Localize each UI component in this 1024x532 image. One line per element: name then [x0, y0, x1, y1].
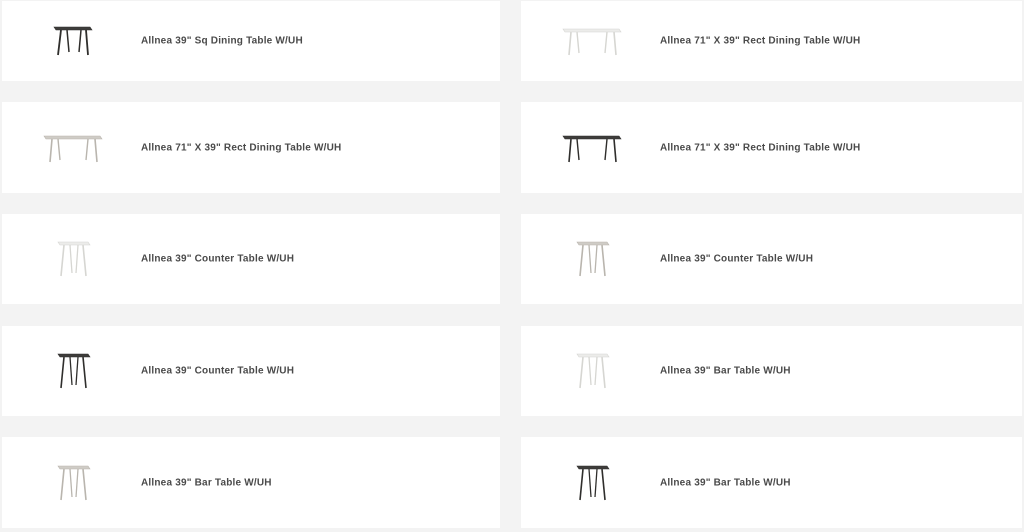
rect-table-icon[interactable] — [557, 21, 627, 61]
product-card[interactable]: Allnea 39" Counter Table W/UH — [2, 326, 500, 416]
bar-table-icon[interactable] — [557, 463, 627, 503]
product-name[interactable]: Allnea 39" Sq Dining Table W/UH — [141, 36, 303, 47]
product-name[interactable]: Allnea 39" Counter Table W/UH — [660, 254, 813, 265]
rect-table-icon[interactable] — [38, 128, 108, 168]
counter-table-icon[interactable] — [38, 351, 108, 391]
product-card[interactable]: Allnea 39" Counter Table W/UH — [521, 214, 1022, 304]
product-card[interactable]: Allnea 39" Bar Table W/UH — [521, 326, 1022, 416]
bar-table-icon[interactable] — [38, 463, 108, 503]
product-grid: Allnea 39" Sq Dining Table W/UH Allnea 7… — [0, 0, 1024, 532]
square-table-icon[interactable] — [38, 21, 108, 61]
product-name[interactable]: Allnea 39" Bar Table W/UH — [660, 477, 791, 488]
product-name[interactable]: Allnea 39" Bar Table W/UH — [141, 477, 272, 488]
counter-table-icon[interactable] — [557, 239, 627, 279]
product-name[interactable]: Allnea 71" X 39" Rect Dining Table W/UH — [660, 142, 860, 153]
product-card[interactable]: Allnea 71" X 39" Rect Dining Table W/UH — [2, 102, 500, 193]
product-card[interactable]: Allnea 39" Bar Table W/UH — [2, 437, 500, 528]
product-name[interactable]: Allnea 71" X 39" Rect Dining Table W/UH — [141, 142, 341, 153]
product-name[interactable]: Allnea 39" Counter Table W/UH — [141, 366, 294, 377]
product-card[interactable]: Allnea 39" Bar Table W/UH — [521, 437, 1022, 528]
product-card[interactable]: Allnea 71" X 39" Rect Dining Table W/UH — [521, 102, 1022, 193]
counter-table-icon[interactable] — [38, 239, 108, 279]
product-name[interactable]: Allnea 39" Counter Table W/UH — [141, 254, 294, 265]
product-name[interactable]: Allnea 71" X 39" Rect Dining Table W/UH — [660, 36, 860, 47]
product-card[interactable]: Allnea 39" Sq Dining Table W/UH — [2, 1, 500, 81]
product-card[interactable]: Allnea 71" X 39" Rect Dining Table W/UH — [521, 1, 1022, 81]
bar-table-icon[interactable] — [557, 351, 627, 391]
rect-table-icon[interactable] — [557, 128, 627, 168]
product-name[interactable]: Allnea 39" Bar Table W/UH — [660, 366, 791, 377]
product-card[interactable]: Allnea 39" Counter Table W/UH — [2, 214, 500, 304]
